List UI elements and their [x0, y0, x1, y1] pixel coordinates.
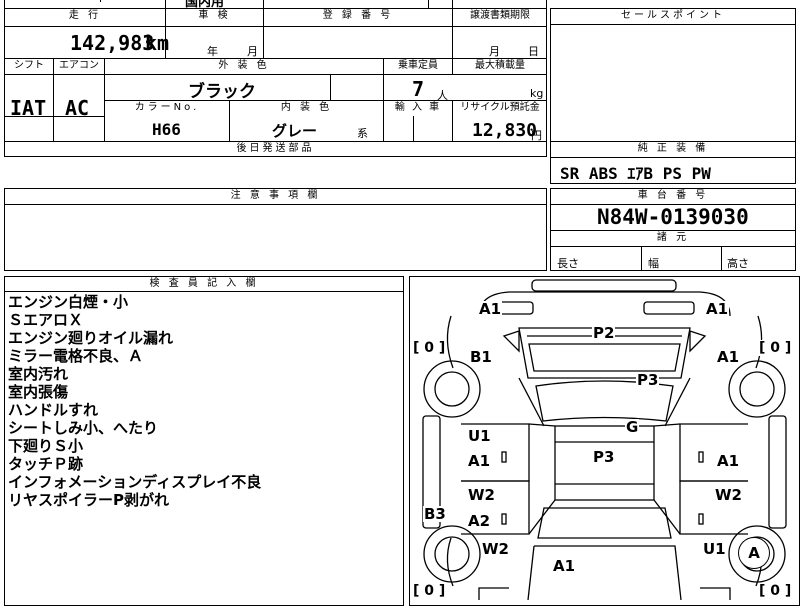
- damage-label-rear-quarter-right: U1: [702, 540, 727, 558]
- aircon-header: エアコン: [59, 60, 99, 71]
- capacity-value: 7: [412, 77, 425, 101]
- remark-line: タッチＰ跡: [8, 455, 84, 473]
- transfer-month: 月: [489, 45, 500, 58]
- remark-line: 室内汚れ: [8, 365, 69, 383]
- color-no-value: H66: [152, 120, 181, 139]
- damage-label-side-left: B3: [423, 505, 447, 523]
- specs-height: 高さ: [727, 257, 749, 270]
- tire-depth-front-left: [ 0 ]: [412, 340, 447, 356]
- inspector-header: 検 査 員 記 入 欄: [149, 278, 259, 289]
- equipment-header: 純 正 装 備: [637, 143, 709, 154]
- specs-length: 長さ: [557, 257, 579, 270]
- tire-depth-rear-left: [ 0 ]: [412, 583, 447, 599]
- import-header: 輸 入 車: [394, 102, 442, 113]
- aircon-value: AC: [65, 96, 90, 120]
- recycle-header: リサイクル預託金: [460, 102, 540, 113]
- specs-width: 幅: [648, 257, 659, 270]
- damage-label-rear-door-right: W2: [714, 486, 743, 504]
- registration-header: 登 録 番 号: [322, 10, 394, 21]
- mileage-header: 走 行: [68, 10, 102, 21]
- recycle-unit: 円: [531, 129, 542, 142]
- later-parts-header: 後日発送部品: [236, 143, 315, 154]
- chassis-header: 車 台 番 号: [637, 190, 709, 201]
- shift-value: IAT: [10, 96, 47, 120]
- interior-header: 内 装 色: [280, 102, 333, 113]
- damage-label-front-door-left: U1: [467, 427, 492, 445]
- damage-label-rear-quarter-left: W2: [481, 540, 510, 558]
- notes-header: 注 意 事 項 欄: [230, 190, 321, 201]
- remark-line: インフォメーションディスプレイ不良: [8, 473, 262, 491]
- remark-line: シートしみ小、へたり: [8, 419, 159, 437]
- damage-label-rear-door-left-2: A2: [467, 512, 492, 530]
- max-load-unit: kg: [530, 87, 544, 100]
- remark-line: エンジン白煙・小: [8, 293, 129, 311]
- damage-label-front-left: A1: [478, 300, 503, 318]
- mileage-value: 142,983: [70, 31, 155, 55]
- remark-line: リヤスポイラーP剥がれ: [8, 491, 169, 509]
- exterior-header: 外 装 色: [218, 60, 270, 71]
- damage-label-hood-top: P2: [592, 324, 616, 342]
- mileage-unit: km: [145, 31, 170, 55]
- tire-depth-front-right: [ 0 ]: [758, 340, 793, 356]
- inspection-month: 月: [247, 45, 258, 58]
- remark-line: エンジン廻りオイル漏れ: [8, 329, 174, 347]
- damage-label-roof: P3: [592, 448, 616, 466]
- equipment-value: SR ABS ｴｱB PS PW: [560, 164, 711, 183]
- interior-suffix: 系: [357, 127, 368, 140]
- remark-line: 室内張傷: [8, 383, 69, 401]
- damage-label-windshield: G: [625, 418, 640, 436]
- damage-label-hood: P3: [636, 371, 660, 389]
- transfer-header: 譲渡書類期限: [470, 10, 530, 21]
- remark-line: ハンドルすれ: [8, 401, 99, 419]
- specs-header: 諸 元: [656, 232, 690, 243]
- damage-label-trunk: A1: [552, 557, 577, 575]
- damage-label-rear-door-left: W2: [467, 486, 496, 504]
- damage-label-front-right: A1: [705, 300, 730, 318]
- inspection-header: 車 検: [198, 10, 231, 21]
- remark-line: ＳエアロＸ: [8, 311, 84, 329]
- transfer-day: 日: [528, 45, 539, 58]
- max-load-header: 最大積載量: [475, 60, 525, 71]
- damage-label-fender-left: B1: [469, 348, 493, 366]
- sales-point-box: [550, 8, 796, 142]
- inspection-year: 年: [207, 45, 218, 58]
- remark-line: 下廻りＳ小: [8, 437, 84, 455]
- capacity-header: 乗車定員: [398, 60, 438, 71]
- damage-label-front-door-left-2: A1: [467, 452, 492, 470]
- damage-label-front-door-right: A1: [716, 452, 741, 470]
- damage-label-rear-tire-right: A: [738, 537, 770, 569]
- chassis-value: N84W-0139030: [597, 205, 749, 229]
- shift-header: シフト: [14, 60, 44, 71]
- inspector-remarks: エンジン白煙・小 ＳエアロＸ エンジン廻りオイル漏れ ミラー電格不良、Ａ 室内汚…: [8, 293, 261, 509]
- damage-label-fender-right: A1: [716, 348, 741, 366]
- remark-line: ミラー電格不良、Ａ: [8, 347, 144, 365]
- tire-depth-rear-right: [ 0 ]: [758, 583, 793, 599]
- recycle-value: 12,830: [472, 120, 538, 141]
- exterior-value: ブラック: [188, 82, 256, 102]
- interior-value: グレー: [272, 122, 318, 140]
- sales-point-header: セールスポイント: [621, 10, 725, 21]
- color-no-header: カラーNo.: [134, 102, 200, 113]
